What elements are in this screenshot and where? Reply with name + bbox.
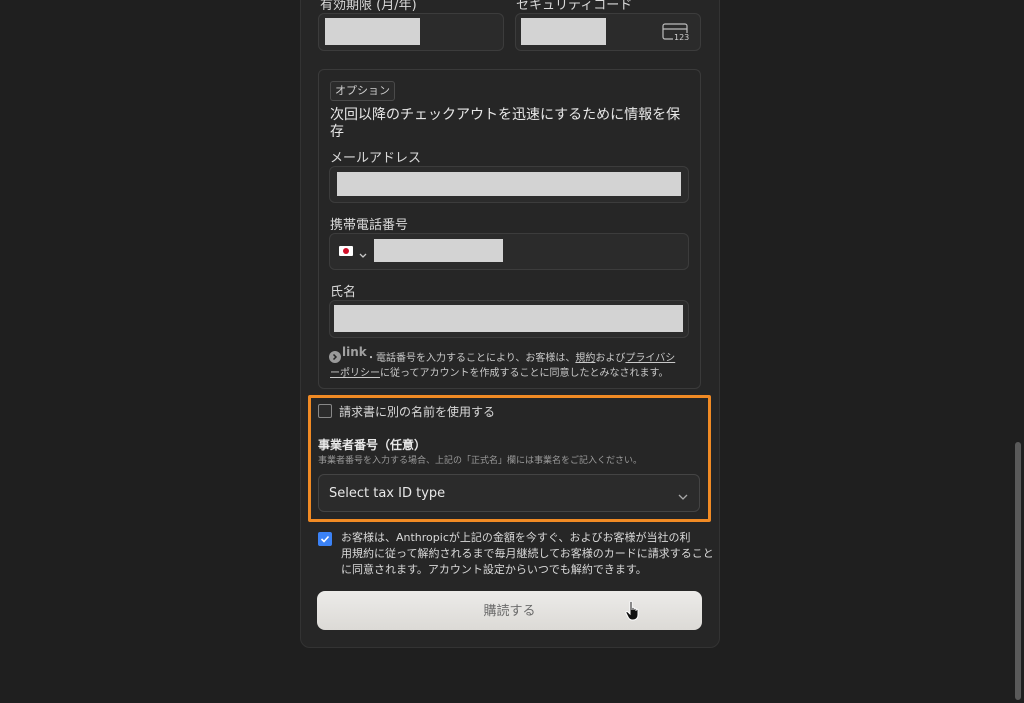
- consent-checkbox[interactable]: [318, 532, 332, 546]
- alt-name-checkbox[interactable]: [318, 404, 332, 418]
- expiry-redacted: [325, 18, 420, 45]
- phone-redacted: [374, 239, 503, 262]
- tax-id-hint: 事業者番号を入力する場合、上記の「正式名」欄には事業名をご記入ください。: [318, 456, 643, 466]
- link-logo-icon: [329, 348, 341, 363]
- scrollbar[interactable]: [1012, 0, 1024, 703]
- alt-name-label: 請求書に別の名前を使用する: [339, 405, 496, 419]
- save-info-heading-2: 存: [330, 124, 344, 140]
- save-info-heading-1: 次回以降のチェックアウトを迅速にするために情報を保: [330, 107, 681, 123]
- legal-text-suffix: に従ってアカウントを作成することに同意したとみなされます。: [380, 368, 669, 379]
- name-label: 氏名: [330, 285, 357, 300]
- consent-text: お客様は、Anthropicが上記の金額を今すぐ、およびお客様が当社の利 用規約…: [341, 530, 714, 578]
- link-brand: link: [342, 345, 367, 359]
- card-cvc-icon: 123: [662, 22, 691, 44]
- japan-flag-icon[interactable]: [339, 246, 353, 256]
- cvc-icon-text: 123: [673, 33, 691, 42]
- scrollbar-thumb[interactable]: [1015, 442, 1021, 700]
- tax-id-select-placeholder: Select tax ID type: [329, 486, 446, 501]
- phone-label: 携帯電話番号: [330, 218, 409, 233]
- hand-cursor-icon: [624, 600, 642, 622]
- chevron-down-icon[interactable]: [358, 246, 368, 258]
- expiry-label: 有効期限 (月/年): [320, 0, 417, 13]
- checkmark-icon: [320, 535, 330, 543]
- consent-line-1: お客様は、Anthropicが上記の金額を今すぐ、およびお客様が当社の利: [341, 531, 691, 544]
- consent-line-2: 用規約に従って解約されるまで毎月継続してお客様のカードに請求すること: [341, 547, 714, 560]
- tax-id-title: 事業者番号（任意）: [318, 438, 427, 452]
- terms-link[interactable]: 規約: [575, 353, 595, 364]
- subscribe-button[interactable]: 購読する: [317, 591, 702, 630]
- name-redacted: [334, 305, 683, 332]
- cvc-redacted: [521, 18, 606, 45]
- email-label: メールアドレス: [330, 151, 422, 166]
- optional-badge: オプション: [330, 81, 395, 101]
- legal-text-prefix: ・電話番号を入力することにより、お客様は、: [366, 353, 576, 364]
- tax-id-type-select[interactable]: Select tax ID type: [318, 474, 700, 512]
- privacy-link-1[interactable]: プライバシ: [625, 353, 675, 364]
- email-redacted: [337, 172, 681, 196]
- cvc-label: セキュリティコード: [516, 0, 633, 13]
- consent-line-3: に同意されます。アカウント設定からいつでも解約できます。: [341, 563, 647, 576]
- chevron-down-icon: [677, 488, 689, 500]
- legal-text-and: および: [595, 353, 626, 364]
- privacy-link-2[interactable]: ーポリシー: [330, 368, 380, 379]
